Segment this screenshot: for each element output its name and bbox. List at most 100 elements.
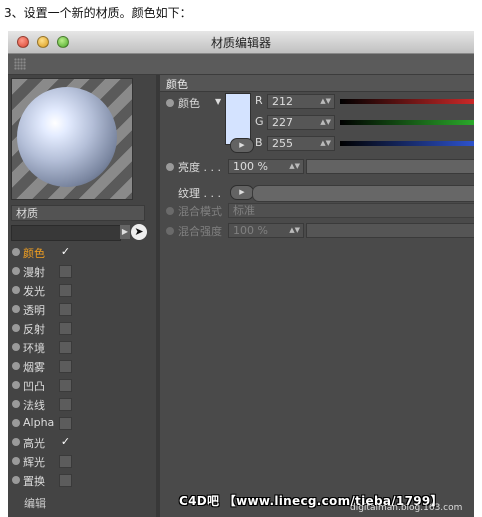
channel-label: 置换: [23, 475, 45, 488]
channel-checkbox[interactable]: ✓: [59, 246, 72, 259]
color-label: 颜色: [178, 97, 200, 110]
channel-label: 凹凸: [23, 380, 45, 393]
g-slider[interactable]: [340, 120, 474, 125]
color-section-header: 颜色: [160, 75, 474, 92]
brightness-field[interactable]: 100 % ▲▼: [228, 159, 304, 174]
r-value-field[interactable]: 212 ▲▼: [267, 94, 335, 109]
channel-color[interactable]: 颜色 ✓: [8, 243, 156, 262]
material-name[interactable]: 材质: [11, 205, 145, 221]
caption: 3、设置一个新的材质。颜色如下：: [4, 6, 192, 20]
channel-label: 法线: [23, 399, 45, 412]
channel-checkbox[interactable]: [59, 474, 72, 487]
edit-label: 编辑: [24, 497, 46, 510]
texture-menu-button[interactable]: ▶: [230, 185, 254, 200]
pick-cursor-icon[interactable]: ➤: [131, 224, 147, 240]
brightness-label: 亮度 . . .: [178, 161, 221, 174]
channel-transparency[interactable]: 透明: [8, 300, 156, 319]
channel-checkbox[interactable]: [59, 398, 72, 411]
channel-bump[interactable]: 凹凸: [8, 376, 156, 395]
mix-strength-slider[interactable]: [306, 223, 474, 238]
channel-alpha[interactable]: Alpha: [8, 414, 156, 433]
material-editor-window: 材质编辑器 材质 ▶ ➤ 颜色 ✓ 漫射 发光 透明 反射 环境 烟雾 凹凸 法…: [8, 31, 474, 517]
color-mode-play-button[interactable]: ▶: [230, 138, 254, 153]
channel-checkbox[interactable]: [59, 303, 72, 316]
radio-dot-icon: [166, 227, 174, 235]
radio-dot-icon: [166, 99, 174, 107]
channel-label: 环境: [23, 342, 45, 355]
channel-glow[interactable]: 辉光: [8, 452, 156, 471]
radio-dot-icon: [12, 381, 20, 389]
channel-label: 辉光: [23, 456, 45, 469]
channel-normal[interactable]: 法线: [8, 395, 156, 414]
radio-dot-icon: [12, 343, 20, 351]
mix-strength-value: 100 %: [233, 224, 268, 237]
radio-dot-icon: [12, 248, 20, 256]
grip-icon[interactable]: [14, 58, 26, 70]
channel-checkbox[interactable]: [59, 265, 72, 278]
title-bar: 材质编辑器: [8, 31, 474, 54]
mix-mode-label: 混合模式: [178, 205, 222, 218]
material-preview[interactable]: [11, 78, 133, 200]
play-triangle-icon[interactable]: ▶: [120, 225, 130, 239]
channel-environment[interactable]: 环境: [8, 338, 156, 357]
stepper-icon[interactable]: ▲▼: [320, 116, 331, 129]
channel-reflection[interactable]: 反射: [8, 319, 156, 338]
channel-specular[interactable]: 高光 ✓: [8, 433, 156, 452]
channel-checkbox[interactable]: [59, 455, 72, 468]
dropdown-triangle-icon[interactable]: ▼: [215, 97, 221, 106]
b-slider[interactable]: [340, 141, 474, 146]
stepper-icon[interactable]: ▲▼: [289, 224, 300, 237]
toolbar: [8, 54, 474, 75]
g-label: G: [255, 115, 264, 128]
stepper-icon[interactable]: ▲▼: [320, 95, 331, 108]
channel-displacement[interactable]: 置换: [8, 471, 156, 490]
channel-label: 烟雾: [23, 361, 45, 374]
section-title: 颜色: [166, 78, 188, 91]
radio-dot-icon: [12, 419, 20, 427]
g-value: 227: [272, 116, 293, 129]
channel-checkbox[interactable]: ✓: [59, 436, 72, 449]
channel-label: 颜色: [23, 247, 45, 260]
mix-mode-select[interactable]: 标准: [228, 203, 474, 218]
brightness-value: 100 %: [233, 160, 268, 173]
radio-dot-icon: [12, 362, 20, 370]
channel-checkbox[interactable]: [59, 322, 72, 335]
channel-checkbox[interactable]: [59, 417, 72, 430]
blog-url: digitalman.blog.163.com: [350, 503, 463, 513]
channel-checkbox[interactable]: [59, 284, 72, 297]
r-slider[interactable]: [340, 99, 474, 104]
mix-strength-field[interactable]: 100 % ▲▼: [228, 223, 304, 238]
r-label: R: [255, 94, 263, 107]
texture-field[interactable]: [252, 185, 474, 202]
channel-checkbox[interactable]: [59, 341, 72, 354]
r-value: 212: [272, 95, 293, 108]
g-value-field[interactable]: 227 ▲▼: [267, 115, 335, 130]
b-value-field[interactable]: 255 ▲▼: [267, 136, 335, 151]
channel-label: 透明: [23, 304, 45, 317]
window-title: 材质编辑器: [210, 36, 271, 50]
channel-diffuse[interactable]: 漫射: [8, 262, 156, 281]
material-link-field[interactable]: [11, 225, 121, 241]
left-panel: 材质 ▶ ➤ 颜色 ✓ 漫射 发光 透明 反射 环境 烟雾 凹凸 法线 Alph…: [8, 75, 156, 517]
right-panel: 颜色 颜色 ▼ R 212 ▲▼ G 227 ▲▼ ▶ B 255 ▲▼ 亮度 …: [160, 75, 474, 517]
radio-dot-icon: [12, 305, 20, 313]
channel-checkbox[interactable]: [59, 379, 72, 392]
channel-label: 高光: [23, 437, 45, 450]
stepper-icon[interactable]: ▲▼: [320, 137, 331, 150]
channel-label: 反射: [23, 323, 45, 336]
stepper-icon[interactable]: ▲▼: [289, 160, 300, 173]
radio-dot-icon: [12, 476, 20, 484]
radio-dot-icon: [12, 324, 20, 332]
brightness-slider[interactable]: [306, 159, 474, 174]
b-label: B: [255, 136, 263, 149]
channel-checkbox[interactable]: [59, 360, 72, 373]
preview-sphere: [17, 87, 117, 187]
channel-label: 发光: [23, 285, 45, 298]
channel-fog[interactable]: 烟雾: [8, 357, 156, 376]
radio-dot-icon: [12, 438, 20, 446]
radio-dot-icon: [12, 286, 20, 294]
texture-label: 纹理 . . .: [178, 187, 221, 200]
mix-strength-label: 混合强度: [178, 225, 222, 238]
channel-label: Alpha: [23, 416, 55, 429]
channel-luminance[interactable]: 发光: [8, 281, 156, 300]
